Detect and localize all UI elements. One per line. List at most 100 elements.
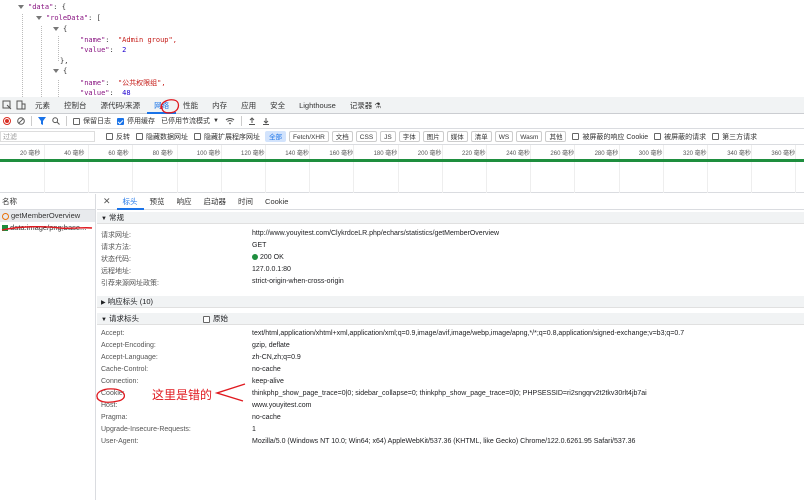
download-icon [262, 118, 269, 125]
devtools-tab-bar: 元素 控制台 源代码/来源 网络 性能 内存 应用 安全 Lighthouse … [0, 97, 804, 114]
device-toolbar-icon[interactable] [14, 97, 28, 114]
throttle-select[interactable]: 已停用节流模式 ▼ [158, 114, 222, 129]
tab-lighthouse[interactable]: Lighthouse [292, 97, 343, 114]
filter-toggle-button[interactable] [35, 114, 49, 129]
checkbox-box[interactable] [136, 133, 143, 140]
tab-console[interactable]: 控制台 [57, 97, 94, 114]
section-title: 常规 [108, 213, 124, 222]
hide-extension-urls-checkbox[interactable]: 隐藏扩展程序网址 [191, 129, 263, 144]
section-title: 响应标头 (10) [107, 297, 154, 306]
type-filter-all[interactable]: 全部 [265, 131, 286, 142]
timeline-gridline [44, 145, 45, 193]
collapse-triangle-icon[interactable] [53, 69, 59, 73]
clear-button[interactable] [14, 114, 28, 129]
json-line[interactable]: { [53, 25, 67, 33]
disable-cache-label: 停用缓存 [127, 118, 155, 125]
tab-response[interactable]: 响应 [171, 194, 198, 210]
type-filter-other[interactable]: 其他 [545, 131, 567, 142]
header-value: Mozilla/5.0 (Windows NT 10.0; Win64; x64… [252, 438, 636, 445]
collapse-triangle-icon[interactable] [53, 27, 59, 31]
header-key: 远程地址: [101, 268, 131, 275]
disable-cache-checkbox[interactable]: 停用缓存 [114, 114, 158, 129]
import-har-button[interactable] [245, 114, 259, 129]
tab-application[interactable]: 应用 [234, 97, 263, 114]
request-list-header[interactable]: 名称 [0, 194, 95, 210]
timeline-tick-label: 40 毫秒 [64, 151, 85, 157]
preserve-log-checkbox[interactable]: 保留日志 [70, 114, 114, 129]
timeline-gridline [441, 145, 443, 193]
raw-checkbox[interactable]: 原始 [203, 313, 228, 325]
annotation-circle-cookie [96, 388, 125, 403]
timeline-tick-label: 300 毫秒 [638, 151, 663, 157]
timeline-gridline [265, 145, 266, 193]
tab-headers[interactable]: 标头 [116, 194, 144, 210]
timeline-gridline [176, 145, 178, 193]
type-filter-wasm[interactable]: Wasm [516, 131, 543, 142]
timeline-gridline [795, 145, 797, 193]
blocked-requests-checkbox[interactable]: 被屏蔽的请求 [651, 129, 709, 144]
record-button[interactable] [0, 114, 14, 129]
checkbox-box[interactable] [73, 117, 80, 125]
request-headers-section-header[interactable]: ▼ 请求标头 原始 [97, 313, 804, 325]
request-row-getmemberoverview[interactable]: getMemberOverview [0, 210, 95, 222]
tab-recorder[interactable]: 记录器 ⚗ [343, 97, 388, 114]
request-method-value: GET [252, 242, 267, 249]
annotation-arrow [214, 383, 246, 402]
hide-data-urls-checkbox[interactable]: 隐藏数据网址 [133, 129, 191, 144]
filter-input[interactable]: 过滤 [0, 131, 95, 142]
blocked-response-cookies-checkbox[interactable]: 被屏蔽的响应 Cookie [569, 129, 651, 144]
type-filter-manifest[interactable]: 清单 [470, 131, 492, 142]
timeline-gridline [309, 145, 311, 193]
tab-initiator[interactable]: 启动器 [198, 194, 233, 210]
close-icon[interactable]: ✕ [97, 196, 117, 207]
timeline-tick-label: 100 毫秒 [196, 151, 221, 157]
checkbox-box[interactable] [654, 133, 662, 140]
header-key: Connection: [101, 378, 139, 385]
general-section-header[interactable]: ▼ 常规 [97, 212, 804, 224]
checkbox-box[interactable] [203, 315, 210, 323]
type-filter-ws[interactable]: WS [494, 131, 514, 142]
checkbox-box[interactable] [712, 133, 720, 140]
timeline-gridline [88, 145, 90, 193]
json-line[interactable]: "data": { [18, 3, 66, 11]
type-filter-font[interactable]: 字体 [398, 131, 420, 142]
tab-preview[interactable]: 预览 [144, 194, 171, 210]
timeline-gridline [618, 145, 620, 193]
search-button[interactable] [49, 114, 63, 129]
collapse-triangle-icon[interactable] [36, 16, 42, 20]
checkbox-box[interactable] [194, 133, 201, 140]
type-filter-media[interactable]: 媒体 [446, 131, 468, 142]
timeline-tick-label: 60 毫秒 [108, 151, 129, 157]
json-line[interactable]: "roleData": [ [36, 14, 101, 22]
chevron-down-icon: ▼ [213, 118, 219, 124]
invert-checkbox[interactable]: 反转 [103, 129, 133, 144]
tab-timing[interactable]: 时间 [232, 194, 259, 210]
request-list: 名称 getMemberOverview data:image/png;base… [0, 194, 96, 500]
tab-cookies[interactable]: Cookie [259, 194, 294, 210]
json-line[interactable]: { [53, 67, 67, 75]
response-headers-section-header[interactable]: ▶ 响应标头 (10) [97, 296, 804, 308]
tab-elements[interactable]: 元素 [28, 97, 57, 114]
type-filter-img[interactable]: 图片 [422, 131, 444, 142]
collapse-triangle-icon[interactable] [18, 5, 24, 9]
tab-security[interactable]: 安全 [263, 97, 292, 114]
timeline-tick-label: 160 毫秒 [329, 151, 354, 157]
inspect-element-icon[interactable] [0, 97, 14, 114]
type-filter-fetch-xhr[interactable]: Fetch/XHR [289, 131, 329, 142]
tab-memory[interactable]: 内存 [205, 97, 234, 114]
checkbox-box[interactable] [106, 133, 113, 140]
tab-sources[interactable]: 源代码/来源 [94, 97, 148, 114]
checkbox-box[interactable] [572, 133, 580, 140]
third-party-checkbox[interactable]: 第三方请求 [709, 129, 760, 144]
checkbox-box-checked[interactable] [117, 117, 124, 125]
network-conditions-button[interactable] [222, 114, 238, 129]
header-value: text/html,application/xhtml+xml,applicat… [252, 330, 685, 337]
header-key: 状态代码: [101, 256, 131, 263]
type-filter-css[interactable]: CSS [355, 131, 378, 142]
type-filter-doc[interactable]: 文档 [331, 131, 353, 142]
network-toolbar: 保留日志 停用缓存 已停用节流模式 ▼ [0, 114, 804, 129]
network-timeline-overview[interactable]: 20 毫秒 40 毫秒 60 毫秒 80 毫秒 100 毫秒 120 毫秒 140 毫秒 16… [0, 145, 804, 193]
timeline-gridline [397, 145, 399, 193]
type-filter-js[interactable]: JS [380, 131, 396, 142]
export-har-button[interactable] [259, 114, 273, 129]
